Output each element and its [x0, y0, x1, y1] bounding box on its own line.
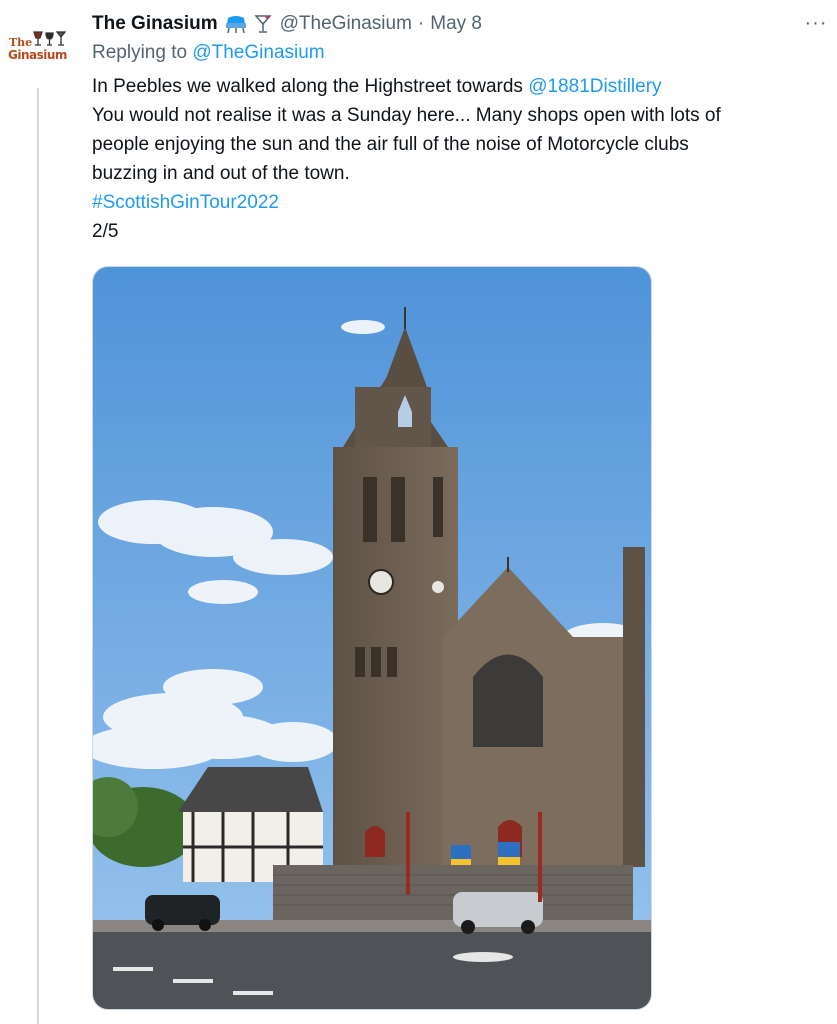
- replying-to: Replying to @TheGinasium: [92, 42, 325, 64]
- mention-1881distillery[interactable]: @1881Distillery: [528, 76, 661, 97]
- church-photo-image: [93, 267, 651, 1009]
- thread-counter: 2/5: [92, 221, 119, 242]
- thread-connector-line: [37, 88, 39, 1024]
- cocktail-glass-icon: [253, 15, 272, 33]
- glasses-logo-icon: [33, 31, 67, 46]
- tweet-date[interactable]: May 8: [430, 13, 482, 35]
- tweet-line-3: people enjoying the sun and the air full…: [92, 134, 689, 155]
- tweet-body: In Peebles we walked along the Highstree…: [92, 72, 827, 246]
- tweet-line-1: In Peebles we walked along the Highstree…: [92, 72, 827, 101]
- tweet-line-2: You would not realise it was a Sunday he…: [92, 105, 721, 126]
- avatar-logo-name: Ginasium: [8, 48, 67, 62]
- sofa-icon: [225, 16, 246, 34]
- replying-prefix: Replying to: [92, 42, 188, 63]
- handle[interactable]: @TheGinasium: [280, 13, 412, 35]
- tweet-photo[interactable]: [92, 266, 652, 1010]
- display-name[interactable]: The Ginasium: [92, 13, 218, 35]
- tweet-line-1-text: In Peebles we walked along the Highstree…: [92, 76, 529, 97]
- separator-dot: ·: [417, 13, 425, 34]
- tweet-line-4: buzzing in and out of the town.: [92, 163, 350, 184]
- avatar[interactable]: The Ginasium: [4, 18, 72, 66]
- replying-to-mention[interactable]: @TheGinasium: [192, 42, 324, 63]
- tweet-header: The Ginasium @TheGinasium · May 8: [92, 10, 482, 38]
- more-options-icon[interactable]: ···: [801, 8, 831, 38]
- hashtag-link[interactable]: #ScottishGinTour2022: [92, 188, 827, 217]
- emoji-icons: [224, 14, 272, 34]
